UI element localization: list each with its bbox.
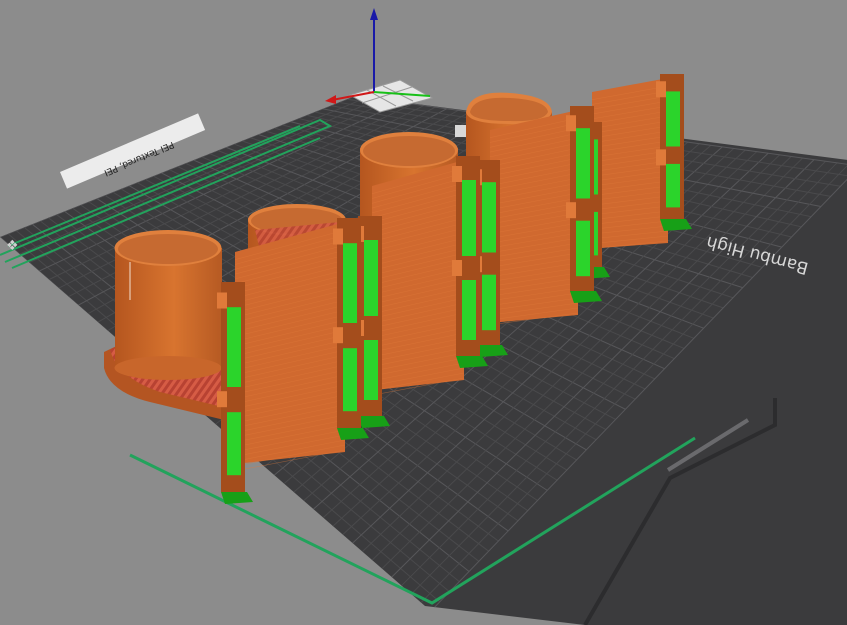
- support-upper: [364, 240, 378, 316]
- tab-notch: [566, 202, 576, 219]
- tab-notch: [452, 166, 462, 182]
- tab-notch: [656, 149, 666, 166]
- support-lower: [576, 220, 590, 277]
- tab-notch: [333, 228, 343, 245]
- tab-notch: [333, 327, 343, 344]
- plate-label-badge: [455, 125, 467, 137]
- tab-notch: [656, 81, 666, 98]
- support-upper: [482, 182, 496, 253]
- 3d-viewport[interactable]: PEI Textured, PEI ❖ Bambu High: [0, 0, 847, 625]
- support-lower: [462, 280, 476, 340]
- support-lower: [666, 163, 680, 208]
- support-lower: [364, 340, 378, 400]
- tab-notch: [217, 292, 227, 309]
- support-lower: [227, 412, 241, 476]
- xyz-axis-gizmo-icon[interactable]: [325, 8, 434, 113]
- tab-notch: [566, 115, 576, 132]
- x-axis-arrow: [325, 95, 336, 104]
- support-base: [221, 492, 253, 504]
- tab-notch: [452, 260, 462, 276]
- z-axis-arrow: [370, 8, 378, 20]
- tab-notch: [217, 391, 227, 408]
- plate-logo-icon: ❖: [6, 238, 19, 254]
- cylinder-inner: [118, 234, 218, 264]
- support-upper: [227, 307, 241, 387]
- support-upper: [462, 180, 476, 256]
- panel-face: [490, 110, 578, 323]
- sliced-cylinder-1[interactable]: [114, 230, 223, 380]
- cylinder-bottom: [114, 356, 222, 380]
- support-lower: [482, 274, 496, 331]
- cylinder-body: [115, 248, 222, 368]
- support-lower: [343, 348, 357, 412]
- support-upper: [576, 128, 590, 199]
- cylinder-inner: [363, 136, 455, 166]
- support-upper: [666, 91, 680, 147]
- support-upper: [343, 243, 357, 323]
